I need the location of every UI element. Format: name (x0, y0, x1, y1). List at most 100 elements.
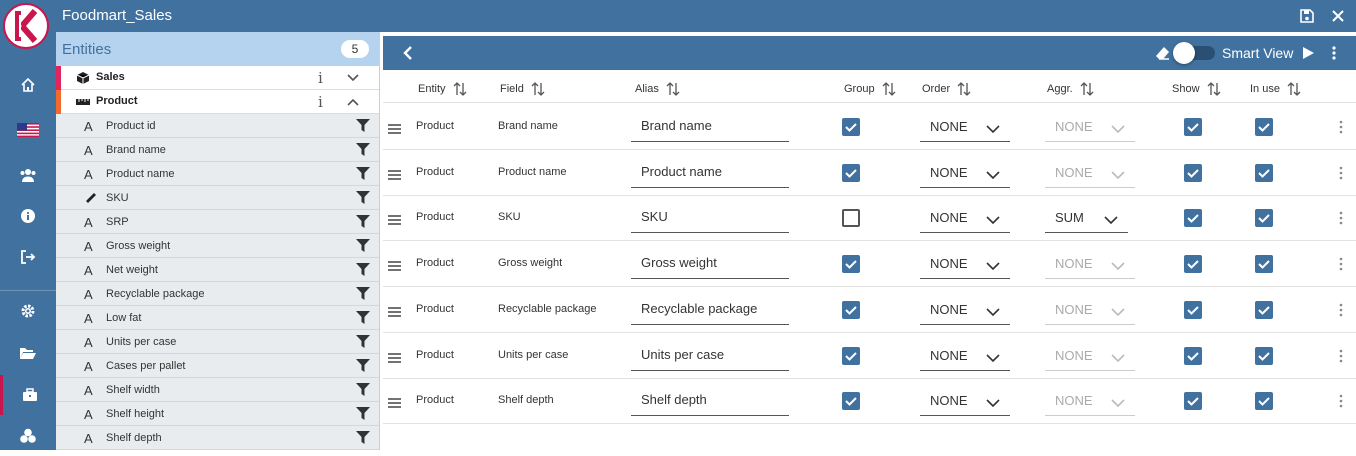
field-item[interactable]: A Units per case (56, 330, 379, 354)
filter-icon[interactable] (356, 215, 370, 228)
drag-handle-icon[interactable] (388, 167, 401, 180)
in-use-checkbox[interactable] (1255, 118, 1273, 136)
us-flag-icon[interactable] (0, 110, 56, 150)
column-header-field[interactable]: Field (500, 81, 546, 97)
drag-handle-icon[interactable] (388, 121, 401, 134)
field-item[interactable]: A Product name (56, 162, 379, 186)
in-use-checkbox[interactable] (1255, 255, 1273, 274)
field-item[interactable]: A Net weight (56, 258, 379, 282)
group-checkbox[interactable] (842, 392, 860, 411)
in-use-checkbox[interactable] (1255, 392, 1273, 411)
show-checkbox[interactable] (1184, 300, 1202, 319)
filter-icon[interactable] (356, 431, 370, 444)
drag-handle-icon[interactable] (388, 212, 401, 226)
filter-icon[interactable] (356, 383, 370, 396)
field-item[interactable]: A Cases per pallet (56, 354, 379, 378)
sort-icon[interactable] (530, 81, 546, 97)
alias-input[interactable]: Brand name (631, 111, 789, 142)
column-header-group[interactable]: Group (844, 81, 897, 97)
drag-handle-icon[interactable] (388, 395, 401, 408)
field-item[interactable]: A Shelf height (56, 402, 379, 426)
entity-info-icon[interactable]: i (318, 93, 323, 111)
field-item[interactable]: A Product id (56, 114, 379, 138)
column-header-aggr[interactable]: Aggr. (1047, 81, 1095, 97)
smart-view-label[interactable]: Smart View (1222, 45, 1293, 61)
field-item[interactable]: SKU (56, 186, 379, 210)
group-checkbox[interactable] (842, 163, 860, 182)
column-header-order[interactable]: Order (922, 81, 972, 97)
alias-input[interactable]: Product name (631, 157, 789, 188)
sort-icon[interactable] (1286, 81, 1302, 97)
order-select[interactable]: NONE (920, 202, 1010, 234)
alias-input[interactable]: Units per case (631, 340, 789, 371)
drag-handle-icon[interactable] (388, 350, 401, 363)
group-checkbox[interactable] (842, 255, 860, 274)
group-checkbox[interactable] (842, 346, 860, 365)
cubes-icon[interactable] (0, 416, 56, 456)
sort-icon[interactable] (1079, 81, 1095, 97)
row-more-icon[interactable] (1338, 394, 1344, 408)
alias-input[interactable]: Shelf depth (631, 385, 789, 417)
order-select[interactable]: NONE (920, 248, 1010, 280)
row-more-icon[interactable] (1338, 257, 1344, 271)
row-more-icon[interactable] (1338, 211, 1344, 225)
filter-icon[interactable] (356, 407, 370, 420)
group-checkbox[interactable] (842, 118, 860, 136)
show-checkbox[interactable] (1184, 209, 1202, 228)
in-use-checkbox[interactable] (1255, 300, 1273, 319)
row-more-icon[interactable] (1338, 120, 1344, 134)
entity-item-sales[interactable]: Sales i (56, 66, 379, 90)
row-more-icon[interactable] (1338, 166, 1344, 180)
filter-icon[interactable] (356, 191, 370, 204)
column-header-in-use[interactable]: In use (1250, 81, 1302, 97)
field-item[interactable]: A Recyclable package (56, 282, 379, 306)
home-icon[interactable] (0, 65, 56, 105)
close-icon[interactable] (1327, 5, 1349, 27)
order-select[interactable]: NONE (920, 340, 1010, 371)
users-icon[interactable] (0, 155, 56, 195)
column-header-alias[interactable]: Alias (635, 81, 681, 97)
settings-icon[interactable] (0, 291, 56, 331)
show-checkbox[interactable] (1184, 255, 1202, 274)
alias-input[interactable]: Recyclable package (631, 294, 789, 325)
group-checkbox[interactable] (842, 209, 860, 228)
folder-open-icon[interactable] (0, 333, 56, 373)
filter-icon[interactable] (356, 287, 370, 300)
sort-icon[interactable] (665, 81, 681, 97)
filter-icon[interactable] (356, 143, 370, 156)
play-icon[interactable] (1301, 46, 1315, 60)
filter-icon[interactable] (356, 335, 370, 348)
order-select[interactable]: NONE (920, 111, 1010, 142)
chevron-up-icon[interactable] (346, 95, 360, 109)
order-select[interactable]: NONE (920, 385, 1010, 417)
briefcase-icon[interactable] (0, 375, 56, 415)
logout-icon[interactable] (0, 237, 56, 277)
drag-handle-icon[interactable] (388, 304, 401, 317)
entity-item-product[interactable]: Product i (56, 90, 379, 114)
sort-icon[interactable] (956, 81, 972, 97)
entity-info-icon[interactable]: i (318, 69, 323, 87)
field-item[interactable]: A SRP (56, 210, 379, 234)
group-checkbox[interactable] (842, 300, 860, 319)
column-header-show[interactable]: Show (1172, 81, 1222, 97)
smart-view-toggle[interactable] (1173, 42, 1215, 64)
sort-icon[interactable] (1206, 81, 1222, 97)
save-icon[interactable] (1296, 5, 1318, 27)
chevron-down-icon[interactable] (346, 71, 360, 85)
filter-icon[interactable] (356, 359, 370, 372)
field-item[interactable]: A Shelf depth (56, 426, 379, 450)
row-more-icon[interactable] (1338, 349, 1344, 363)
order-select[interactable]: NONE (920, 294, 1010, 325)
field-item[interactable]: A Brand name (56, 138, 379, 162)
field-item[interactable]: A Shelf width (56, 378, 379, 402)
eraser-icon[interactable] (1155, 45, 1171, 61)
aggregation-select[interactable]: SUM (1045, 202, 1128, 234)
alias-input[interactable]: Gross weight (631, 248, 789, 280)
more-options-icon[interactable] (1329, 45, 1339, 61)
alias-input[interactable]: SKU (631, 202, 789, 234)
field-item[interactable]: A Low fat (56, 306, 379, 330)
order-select[interactable]: NONE (920, 157, 1010, 188)
show-checkbox[interactable] (1184, 118, 1202, 136)
filter-icon[interactable] (356, 119, 370, 132)
filter-icon[interactable] (356, 167, 370, 180)
